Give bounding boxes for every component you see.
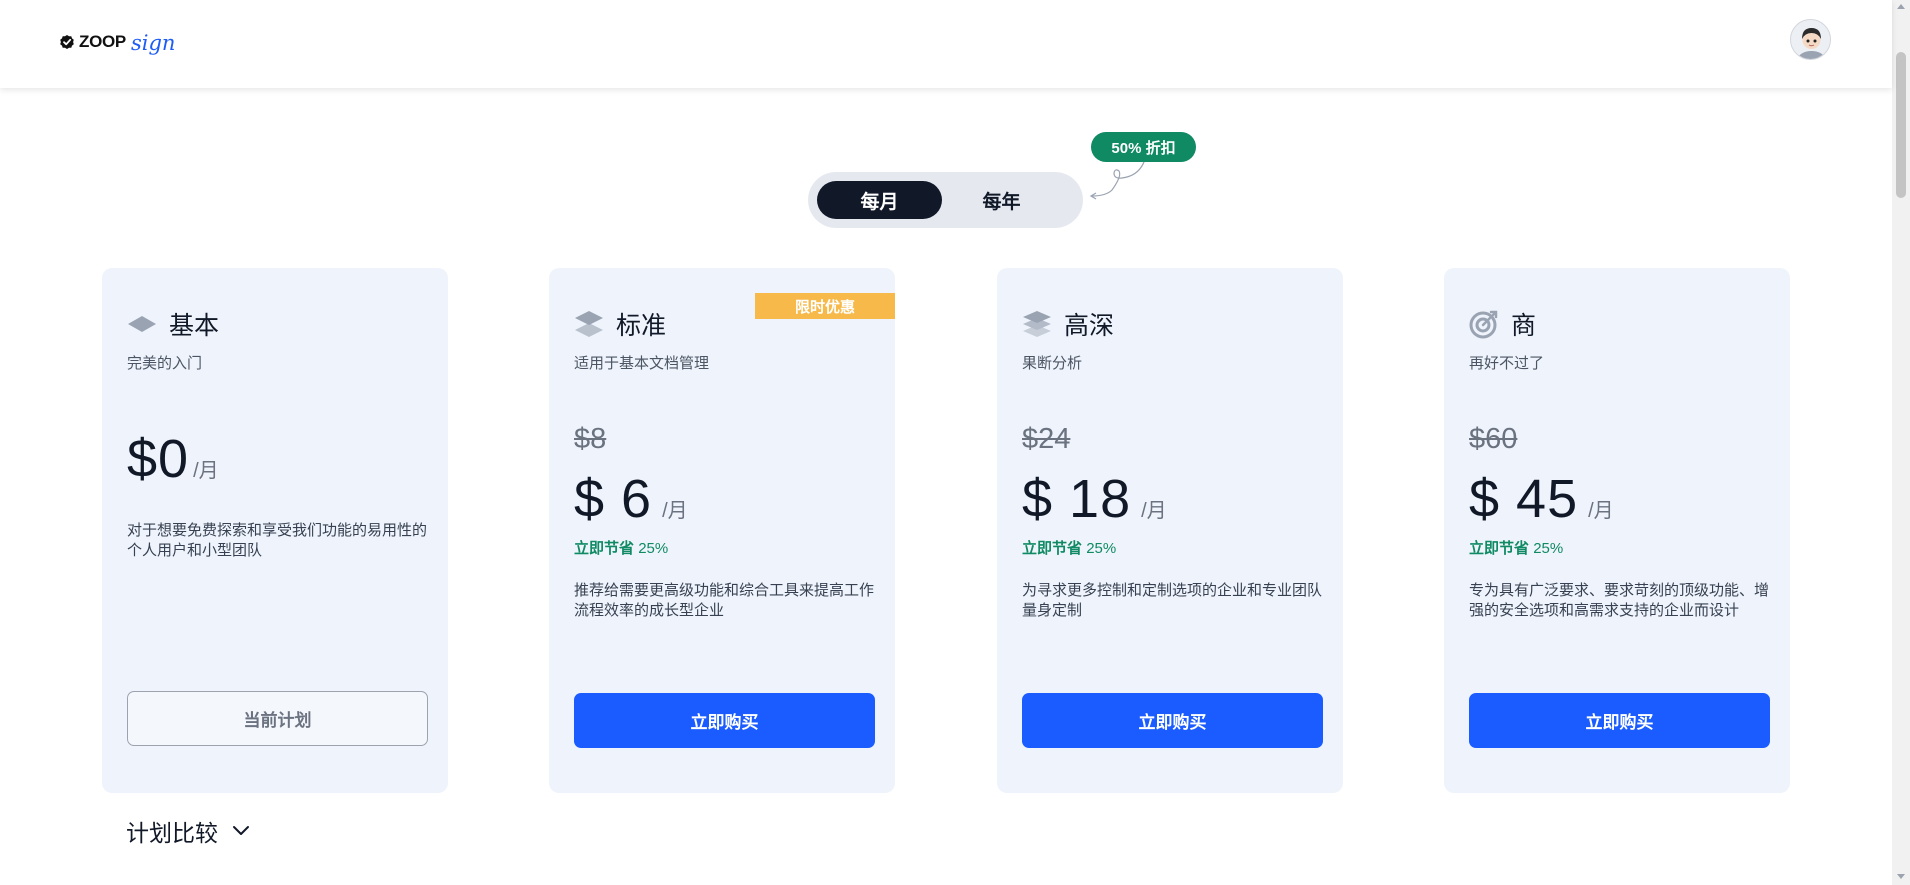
scroll-down-arrow-icon[interactable] (1897, 874, 1905, 879)
stack-icon (1023, 311, 1051, 337)
plan-price: $ 0 /月 (127, 428, 219, 490)
price-symbol: $ (127, 429, 159, 489)
plan-card-standard: 限时优惠 标准 适用于基本文档管理 $8 $ 6 /月 立即节省 25% 推荐给… (549, 268, 895, 793)
plan-card-advanced: 高深 果断分析 $24 $ 18 /月 立即节省 25% 为寻求更多控制和定制选… (997, 268, 1343, 793)
plan-price: $ 45 /月 (1469, 468, 1614, 530)
plan-description: 对于想要免费探索和享受我们功能的易用性的个人用户和小型团队 (127, 522, 428, 559)
compare-plans-label: 计划比较 (126, 820, 218, 846)
plan-name: 高深 (1064, 312, 1115, 340)
plan-header: 标准 (574, 306, 666, 342)
plan-description: 推荐给需要更高级功能和综合工具来提高工作流程效率的成长型企业 (574, 582, 875, 619)
original-price: $60 (1469, 423, 1518, 455)
current-plan-button[interactable]: 当前计划 (127, 691, 428, 746)
plan-name: 标准 (616, 312, 667, 340)
monthly-option[interactable]: 每月 (817, 181, 942, 219)
plan-tagline: 适用于基本文档管理 (574, 355, 710, 372)
savings-note: 立即节省 25% (1469, 537, 1563, 558)
compare-plans-toggle[interactable]: 计划比较 (126, 814, 250, 848)
savings-value: 25% (638, 540, 669, 557)
plan-price: $ 18 /月 (1022, 468, 1167, 530)
plan-header: 基本 (127, 306, 219, 342)
zoopsign-logo[interactable]: ZOOP sign (59, 30, 176, 55)
price-value: 0 (158, 429, 190, 489)
yearly-option[interactable]: 每年 (939, 181, 1064, 219)
savings-label: 立即节省 (574, 540, 635, 557)
price-symbol: $ (574, 469, 606, 529)
plan-description: 专为具有广泛要求、要求苛刻的顶级功能、增强的安全选项和高需求支持的企业而设计 (1469, 582, 1770, 619)
savings-label: 立即节省 (1469, 540, 1530, 557)
plan-name: 商 (1511, 312, 1537, 340)
limited-offer-ribbon: 限时优惠 (755, 293, 895, 319)
price-symbol: $ (1469, 469, 1501, 529)
plan-card-business: 商 再好不过了 $60 $ 45 /月 立即节省 25% 专为具有广泛要求、要求… (1444, 268, 1790, 793)
plan-header: 高深 (1022, 306, 1114, 342)
original-price: $8 (574, 423, 607, 455)
plan-card-basic: 基本 完美的入门 $ 0 /月 对于想要免费探索和享受我们功能的易用性的个人用户… (102, 268, 448, 793)
savings-label: 立即节省 (1022, 540, 1083, 557)
chevron-down-icon (233, 826, 249, 835)
plan-header: 商 (1469, 306, 1536, 342)
curly-arrow-icon (1089, 161, 1145, 200)
savings-note: 立即节省 25% (1022, 537, 1116, 558)
original-price: $24 (1022, 423, 1071, 455)
logo-wordmark: ZOOP (79, 32, 126, 51)
savings-note: 立即节省 25% (574, 537, 668, 558)
price-value: 18 (1069, 469, 1132, 529)
plan-description: 为寻求更多控制和定制选项的企业和专业团队量身定制 (1022, 582, 1323, 619)
buy-now-button[interactable]: 立即购买 (574, 693, 875, 748)
billing-period-toggle: 每月 每年 (808, 172, 1083, 228)
buy-now-button[interactable]: 立即购买 (1022, 693, 1323, 748)
user-avatar[interactable] (1790, 19, 1831, 60)
top-header: ZOOP sign (0, 0, 1892, 88)
avatar-portrait-icon (1791, 20, 1830, 59)
price-unit: /月 (193, 460, 219, 482)
scroll-up-arrow-icon[interactable] (1897, 4, 1905, 9)
buy-now-button[interactable]: 立即购买 (1469, 693, 1770, 748)
check-badge-icon (60, 35, 74, 49)
price-value: 6 (621, 469, 653, 529)
plan-name: 基本 (169, 312, 220, 340)
discount-badge: 50% 折扣 (1091, 132, 1196, 162)
plan-tagline: 果断分析 (1022, 355, 1083, 372)
page-scrollbar[interactable] (1892, 0, 1910, 885)
plan-price: $ 6 /月 (574, 468, 688, 530)
pricing-page: ZOOP sign 每月 每年 50% 折扣 基本 完美的入门 $ 0 /月 对… (0, 0, 1910, 885)
price-unit: /月 (1141, 500, 1167, 522)
layers-icon (575, 311, 603, 337)
diamond-icon (128, 316, 156, 332)
savings-value: 25% (1086, 540, 1117, 557)
price-symbol: $ (1022, 469, 1054, 529)
price-value: 45 (1516, 469, 1579, 529)
plan-tagline: 完美的入门 (127, 355, 203, 372)
price-unit: /月 (662, 500, 688, 522)
logo-script: sign (130, 31, 176, 55)
price-unit: /月 (1588, 500, 1614, 522)
target-icon (1469, 310, 1498, 339)
scroll-thumb[interactable] (1896, 52, 1906, 198)
plan-tagline: 再好不过了 (1469, 355, 1545, 372)
savings-value: 25% (1533, 540, 1564, 557)
